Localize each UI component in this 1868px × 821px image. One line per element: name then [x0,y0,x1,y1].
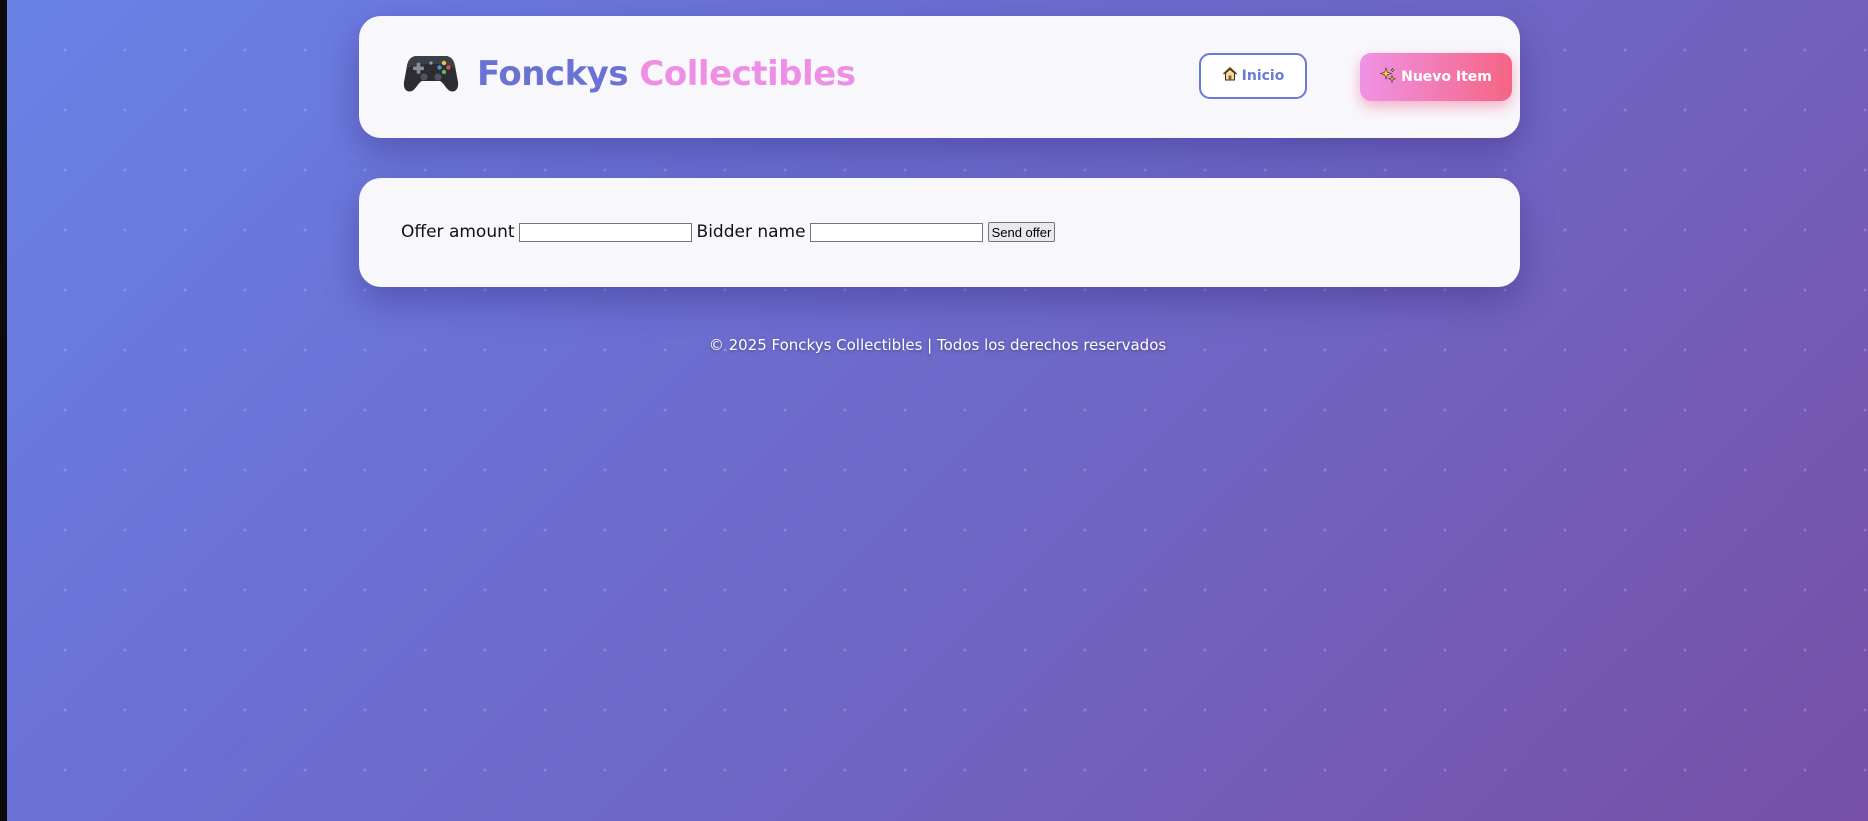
offer-form-card: Offer amount Bidder name Send offer [359,178,1520,287]
inicio-button[interactable]: Inicio [1199,53,1307,99]
brand-title: Fonckys Collectibles [477,54,856,94]
brand-name-second: Collectibles [639,54,856,94]
send-offer-button[interactable]: Send offer [987,222,1056,242]
gamepad-icon [403,50,459,94]
sparkles-icon [1379,66,1397,87]
brand-name-first: Fonckys [477,54,629,94]
house-icon [1222,66,1238,86]
inicio-button-label: Inicio [1241,68,1285,84]
footer-copyright: © 2025 Fonckys Collectibles | Todos los … [708,336,1167,354]
nuevo-item-button-label: Nuevo Item [1401,69,1492,85]
offer-form: Offer amount Bidder name Send offer [401,222,1056,242]
bidder-name-input[interactable] [809,222,983,242]
bidder-name-label: Bidder name [696,222,806,242]
offer-amount-input[interactable] [518,222,692,242]
site-header: Fonckys Collectibles Inicio Nuevo Item [359,16,1520,138]
nuevo-item-button[interactable]: Nuevo Item [1360,53,1512,101]
offer-amount-label: Offer amount [401,222,515,242]
page-background: Fonckys Collectibles Inicio Nuevo Item O… [7,0,1868,821]
